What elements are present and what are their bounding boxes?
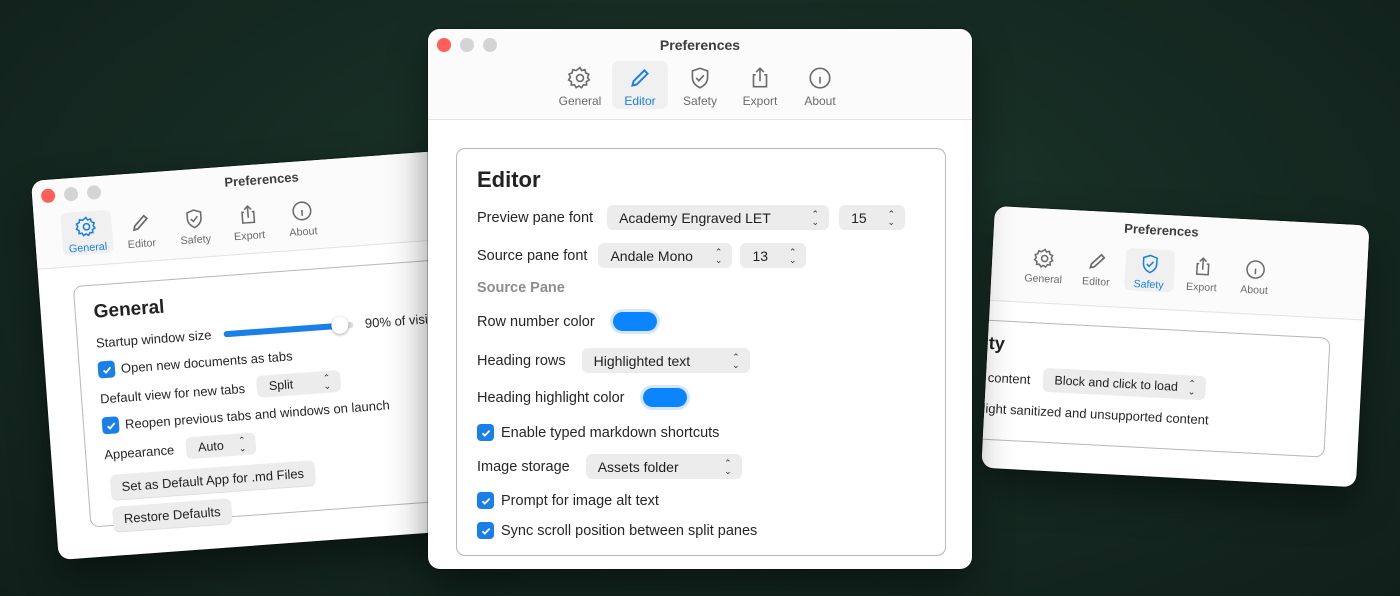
preview-font-select[interactable]: Academy Engraved LET ⌃ ⌄ <box>607 205 830 230</box>
chevron-updown-icon: ⌃ ⌄ <box>714 246 723 265</box>
source-font-row: Source pane font Andale Mono ⌃ ⌄ 13 ⌃ ⌄ <box>477 243 807 268</box>
share-icon <box>241 205 256 224</box>
open-tabs-checkbox[interactable] <box>97 360 116 379</box>
gear-icon <box>567 66 591 89</box>
chevron-updown-icon: ⌃ ⌄ <box>732 351 740 370</box>
checkmark-icon <box>102 366 111 374</box>
tab-safety[interactable]: Safety <box>168 202 221 249</box>
default-view-select[interactable]: Split ⌃ ⌄ <box>256 369 342 398</box>
row-number-color-row: Row number color <box>477 312 657 331</box>
editor-panel: Editor Preview pane font Academy Engrave… <box>456 148 946 556</box>
heading-highlight-row: Heading highlight color <box>477 388 687 407</box>
shield-icon <box>186 209 202 229</box>
chevron-updown-icon: ⌃ ⌄ <box>237 434 247 454</box>
chevron-updown-icon: ⌃ ⌄ <box>811 208 820 227</box>
checkmark-icon <box>106 422 115 430</box>
share-icon <box>752 67 768 88</box>
panel-heading: General <box>93 296 166 323</box>
startup-size-slider[interactable] <box>223 315 354 337</box>
open-tabs-row: Open new documents as tabs <box>97 347 293 379</box>
checkmark-icon <box>481 497 490 505</box>
checkmark-icon <box>481 527 490 535</box>
image-storage-select[interactable]: Assets folder ⌃ ⌄ <box>585 454 742 479</box>
pencil-icon <box>631 69 649 87</box>
typed-shortcuts-row: Enable typed markdown shortcuts <box>477 424 719 441</box>
title-bar: Preferences General Editor Safety Export… <box>428 29 972 120</box>
title-bar: Preferences General Editor Safety Export… <box>31 148 477 270</box>
preview-font-row: Preview pane font Academy Engraved LET ⌃ ⌄… <box>477 205 906 230</box>
tab-safety[interactable]: Safety <box>672 61 728 109</box>
appearance-select[interactable]: Auto ⌃ ⌄ <box>185 432 257 460</box>
info-icon <box>292 201 312 221</box>
source-pane-heading: Source Pane <box>477 280 565 296</box>
set-default-app-button[interactable]: Set as Default App for .md Files <box>109 460 316 500</box>
chevron-updown-icon: ⌃ ⌄ <box>1187 378 1196 397</box>
heading-rows-row: Heading rows Highlighted text ⌃ ⌄ <box>477 348 750 373</box>
highlight-row: hlight sanitized and unsupported content <box>981 400 1209 428</box>
shield-icon <box>691 67 709 89</box>
row-number-color-well[interactable] <box>612 312 657 331</box>
tab-about[interactable]: About <box>792 61 848 109</box>
pencil-icon <box>132 214 149 232</box>
info-icon <box>1245 260 1265 279</box>
tab-general[interactable]: General <box>552 61 608 109</box>
tab-editor[interactable]: Editor <box>114 206 167 253</box>
chevron-updown-icon: ⌃ ⌄ <box>724 457 732 476</box>
sync-scroll-row: Sync scroll position between split panes <box>477 522 757 539</box>
source-size-select[interactable]: 13 ⌃ ⌄ <box>740 243 807 268</box>
shield-icon <box>1142 254 1158 274</box>
tab-editor[interactable]: Editor <box>612 61 668 109</box>
title-bar: Preferences General Editor Safety Export… <box>990 206 1370 321</box>
tab-export[interactable]: Export <box>1176 251 1227 296</box>
sync-scroll-checkbox[interactable] <box>477 522 494 539</box>
tab-general[interactable]: General <box>60 209 114 257</box>
gear-icon <box>75 216 96 237</box>
content-loading-select[interactable]: Block and click to load ⌃ ⌄ <box>1041 367 1207 401</box>
alt-text-checkbox[interactable] <box>477 492 494 509</box>
info-icon <box>809 67 831 89</box>
pencil-icon <box>1088 253 1106 269</box>
content-row: e content Block and click to load ⌃ ⌄ <box>981 364 1207 401</box>
tab-export[interactable]: Export <box>732 61 788 109</box>
source-font-select[interactable]: Andale Mono ⌃ ⌄ <box>598 243 733 268</box>
window-title: Preferences <box>659 37 741 53</box>
preferences-toolbar: General Editor Safety Export About <box>981 239 1341 301</box>
preview-size-select[interactable]: 15 ⌃ ⌄ <box>839 205 906 230</box>
gear-icon <box>1033 248 1054 269</box>
safety-panel: ety e content Block and click to load ⌃ ⌄ … <box>981 318 1331 458</box>
tab-about[interactable]: About <box>276 194 329 241</box>
safety-preferences-window: Preferences General Editor Safety Export… <box>981 206 1370 488</box>
chevron-updown-icon: ⌃ ⌄ <box>887 208 896 227</box>
image-storage-row: Image storage Assets folder ⌃ ⌄ <box>477 454 742 479</box>
panel-heading: Editor <box>477 167 541 192</box>
appearance-row: Appearance Auto ⌃ ⌄ <box>103 432 257 465</box>
preferences-toolbar: General Editor Safety Export About <box>428 61 972 109</box>
heading-rows-select[interactable]: Highlighted text ⌃ ⌄ <box>581 348 750 373</box>
tab-safety[interactable]: Safety <box>1123 247 1176 293</box>
checkmark-icon <box>481 429 490 437</box>
restore-defaults-button[interactable]: Restore Defaults <box>112 498 233 532</box>
tab-editor[interactable]: Editor <box>1071 245 1122 290</box>
tab-export[interactable]: Export <box>222 198 275 245</box>
heading-highlight-color-well[interactable] <box>642 388 687 407</box>
editor-preferences-window: Preferences General Editor Safety Export… <box>428 29 972 569</box>
chevron-updown-icon: ⌃ ⌄ <box>788 246 797 265</box>
share-icon <box>1195 257 1210 276</box>
slider-knob[interactable] <box>330 315 349 334</box>
reopen-checkbox[interactable] <box>101 416 120 435</box>
tab-general[interactable]: General <box>1018 242 1069 287</box>
alt-text-row: Prompt for image alt text <box>477 492 659 509</box>
typed-shortcuts-checkbox[interactable] <box>477 424 494 441</box>
panel-heading: ety <box>981 332 1006 354</box>
chevron-updown-icon: ⌃ ⌄ <box>322 372 332 392</box>
tab-about[interactable]: About <box>1229 253 1280 298</box>
